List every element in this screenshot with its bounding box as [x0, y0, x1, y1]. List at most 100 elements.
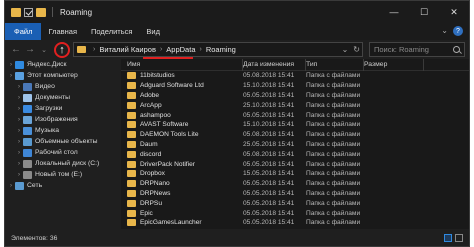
table-row[interactable]: DAEMON Tools Lite 05.08.2018 15:41 Папка с…: [121, 130, 469, 140]
file-name-cell: discord: [121, 150, 243, 158]
table-row[interactable]: DRPNews 05.05.2018 15:41 Папка с файлами: [121, 189, 469, 199]
chevron-right-icon[interactable]: ›: [15, 139, 23, 145]
details-view-icon[interactable]: [444, 234, 452, 242]
sidebar-item-label: Документы: [35, 94, 71, 101]
search-input[interactable]: Поиск: Roaming: [369, 42, 465, 57]
folder-icon: [127, 82, 136, 90]
tab-file[interactable]: Файл: [5, 23, 42, 40]
chevron-right-icon[interactable]: ›: [15, 95, 23, 101]
chevron-right-icon[interactable]: ›: [15, 106, 23, 112]
sidebar-item[interactable]: › Объемные объекты: [5, 136, 117, 147]
table-row[interactable]: EpicGamesLauncher 05.05.2018 15:41 Папка с…: [121, 218, 469, 228]
chevron-right-icon[interactable]: ›: [15, 117, 23, 123]
file-name: EpicGamesLauncher: [140, 219, 202, 227]
table-row[interactable]: DRPNano 05.05.2018 15:41 Папка с файлами: [121, 179, 469, 189]
column-name[interactable]: Имя: [121, 59, 243, 71]
file-name: DRPNews: [140, 189, 171, 197]
close-button[interactable]: ✕: [439, 1, 469, 23]
chevron-right-icon[interactable]: ›: [15, 150, 23, 156]
chevron-right-icon[interactable]: ›: [15, 161, 23, 167]
breadcrumb-user[interactable]: Виталий Каиров: [99, 45, 156, 54]
table-row[interactable]: 11bitstudios 05.08.2018 15:41 Папка с файл…: [121, 71, 469, 81]
sidebar-item[interactable]: › Яндекс.Диск: [5, 59, 117, 70]
new-folder-icon[interactable]: [36, 7, 46, 17]
sidebar-item[interactable]: › Изображения: [5, 114, 117, 125]
table-row[interactable]: ashampoo 05.05.2018 15:41 Папка с файлами: [121, 110, 469, 120]
sidebar-item[interactable]: › Сеть: [5, 180, 117, 191]
ribbon-right-controls: ⌄ ?: [441, 26, 463, 36]
file-name-cell: Adguard Software Ltd: [121, 82, 243, 90]
file-date: 15.10.2018 15:41: [243, 82, 295, 90]
column-date[interactable]: Дата изменения: [243, 59, 306, 71]
folder-icon: [127, 91, 136, 99]
table-row[interactable]: Epic 05.05.2018 15:41 Папка с файлами: [121, 208, 469, 218]
breadcrumb-appdata[interactable]: AppData: [166, 45, 195, 54]
file-type: Папка с файлами: [306, 131, 361, 139]
sidebar-item[interactable]: › Документы: [5, 92, 117, 103]
column-type[interactable]: Тип: [306, 59, 364, 71]
tab-home[interactable]: Главная: [41, 27, 84, 36]
back-button[interactable]: ←: [9, 43, 23, 57]
table-row[interactable]: Adobe 05.05.2018 15:41 Папка с файлами: [121, 91, 469, 101]
maximize-button[interactable]: ☐: [409, 1, 439, 23]
chevron-right-icon[interactable]: ›: [15, 172, 23, 178]
table-row[interactable]: discord 05.08.2018 15:41 Папка с файлами: [121, 149, 469, 159]
tab-share[interactable]: Поделиться: [84, 27, 139, 36]
column-size[interactable]: Размер: [364, 59, 424, 71]
chevron-right-icon[interactable]: ›: [199, 46, 201, 53]
status-bar: Элементов: 36: [5, 229, 469, 246]
up-button[interactable]: ↑: [54, 41, 70, 58]
file-type: Папка с файлами: [306, 199, 361, 207]
table-row[interactable]: DRPSu 05.05.2018 15:41 Папка с файлами: [121, 198, 469, 208]
chevron-right-icon[interactable]: ›: [15, 84, 23, 90]
chevron-right-icon[interactable]: ›: [7, 73, 15, 79]
refresh-icon[interactable]: ↻: [353, 45, 360, 54]
table-row[interactable]: ArcApp 25.10.2018 15:41 Папка с файлами: [121, 100, 469, 110]
properties-icon[interactable]: [24, 7, 33, 17]
file-list: Имя Дата изменения Тип Размер 11bitstudi…: [121, 59, 469, 229]
sidebar-item[interactable]: › Загрузки: [5, 103, 117, 114]
breadcrumb-roaming[interactable]: Roaming: [206, 45, 236, 54]
forward-button[interactable]: →: [23, 43, 37, 57]
file-type: Папка с файлами: [306, 111, 361, 119]
sidebar-item-label: Видео: [35, 83, 55, 90]
sidebar-item-label: Этот компьютер: [27, 72, 78, 79]
video-icon: [23, 82, 32, 91]
folder-icon[interactable]: [11, 7, 21, 17]
sidebar-item-label: Загрузки: [35, 105, 63, 112]
sidebar-item[interactable]: › Рабочий стол: [5, 147, 117, 158]
sidebar-item[interactable]: › Этот компьютер: [5, 70, 117, 81]
table-row[interactable]: Adguard Software Ltd 15.10.2018 15:41 Папк…: [121, 81, 469, 91]
chevron-down-icon[interactable]: ⌄: [342, 45, 349, 54]
chevron-right-icon[interactable]: ›: [7, 62, 15, 68]
chevron-down-icon[interactable]: ⌄: [441, 26, 448, 36]
table-row[interactable]: DriverPack Notifier 05.05.2018 15:41 Папка…: [121, 159, 469, 169]
help-icon[interactable]: ?: [453, 26, 463, 36]
recent-chevron-icon[interactable]: ⌄: [37, 43, 51, 57]
folder-icon: [127, 209, 136, 217]
table-row[interactable]: Daum 25.05.2018 15:41 Папка с файлами: [121, 140, 469, 150]
tab-view[interactable]: Вид: [139, 27, 167, 36]
explorer-window: Roaming — ☐ ✕ Файл Главная Поделиться Ви…: [4, 0, 470, 247]
large-icons-view-icon[interactable]: [455, 234, 463, 242]
file-date: 25.10.2018 15:41: [243, 101, 295, 109]
table-row[interactable]: Dropbox 15.05.2018 15:41 Папка с файлами: [121, 169, 469, 179]
sidebar-item[interactable]: › Музыка: [5, 125, 117, 136]
minimize-button[interactable]: —: [379, 1, 409, 23]
chevron-right-icon[interactable]: ›: [15, 128, 23, 134]
chevron-right-icon[interactable]: ›: [7, 183, 15, 189]
item-count: Элементов: 36: [11, 234, 58, 242]
document-icon: [23, 93, 32, 102]
chevron-right-icon[interactable]: ›: [93, 46, 95, 53]
chevron-right-icon[interactable]: ›: [160, 46, 162, 53]
file-name-cell: Epic: [121, 209, 243, 217]
sidebar-item[interactable]: › Видео: [5, 81, 117, 92]
sidebar-item[interactable]: › Локальный диск (C:): [5, 158, 117, 169]
table-row[interactable]: AVAST Software 15.10.2018 15:41 Папка с фа…: [121, 120, 469, 130]
file-type: Папка с файлами: [306, 150, 361, 158]
address-bar[interactable]: › Виталий Каиров › AppData › Roaming ⌄ ↻: [73, 42, 363, 57]
file-date: 05.05.2018 15:41: [243, 199, 295, 207]
window-controls: — ☐ ✕: [379, 1, 469, 23]
file-name: Dropbox: [140, 170, 165, 178]
sidebar-item[interactable]: › Новый том (E:): [5, 169, 117, 180]
